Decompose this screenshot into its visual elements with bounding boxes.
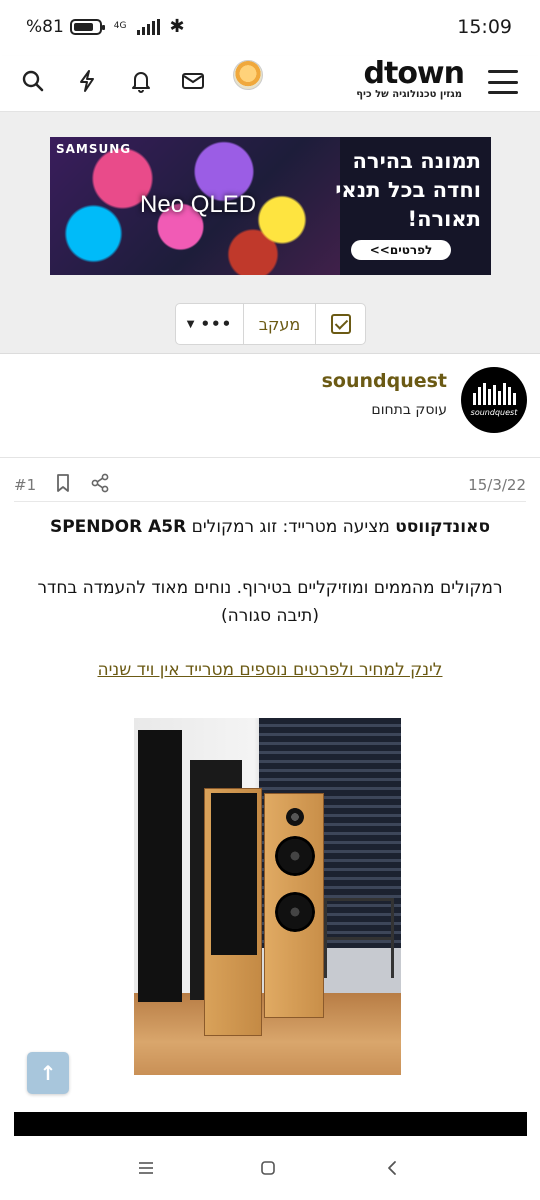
author-username[interactable]: soundquest [322, 370, 447, 392]
price-details-link[interactable]: לינק למחיר ולפרטים נוספים מטרייד אין ויד… [14, 660, 526, 680]
author-avatar[interactable]: soundquest [461, 367, 527, 433]
status-time: 15:09 [457, 16, 512, 38]
divider [14, 501, 526, 502]
follow-button[interactable]: מעקב [244, 304, 316, 344]
post-title: סאונדקווסט מציעה מטרייד: זוג רמקולים SPE… [14, 517, 526, 537]
embedded-media-bar [14, 1112, 527, 1136]
lightning-icon[interactable] [72, 66, 102, 96]
arrow-up-icon: ↑ [39, 1061, 57, 1085]
site-logo[interactable]: dtown מגזין טכנולוגיה של כיף [354, 56, 465, 108]
post-title-bold: סאונדקווסט [395, 517, 491, 537]
bell-icon[interactable] [126, 66, 156, 96]
more-options-button[interactable]: ▼ ••• [176, 304, 244, 344]
equalizer-icon [472, 383, 516, 405]
avatar-label: soundquest [470, 408, 518, 417]
home-icon[interactable] [256, 1156, 280, 1180]
post-number[interactable]: #1 [14, 476, 36, 494]
caret-down-icon: ▼ [186, 318, 195, 330]
post-author: soundquest soundquest עוסק בתחום [0, 354, 540, 458]
status-indicators: %81 4G ✱ [26, 16, 185, 37]
post-title-text: מציעה מטרייד: זוג רמקולים [186, 517, 396, 537]
samsung-ad-banner[interactable]: SAMSUNG Neo QLED תמונה בהירה וחדה בכל תנ… [50, 137, 491, 275]
checkbox-icon [330, 314, 351, 334]
share-icon[interactable] [90, 473, 110, 493]
ad-cta-button[interactable]: לפרטים>> [351, 240, 451, 260]
ad-area: SAMSUNG Neo QLED תמונה בהירה וחדה בכל תנ… [0, 112, 540, 354]
network-type: 4G [113, 21, 127, 31]
ad-headline: תמונה בהירה וחדה בכל תנאי תאורה! [335, 149, 481, 231]
bookmark-icon[interactable] [53, 473, 73, 493]
post-date[interactable]: 15/3/22 [468, 476, 526, 494]
post-title-brand: SPENDOR A5R [49, 517, 187, 537]
back-icon[interactable] [380, 1156, 404, 1180]
app-header: dtown מגזין טכנולוגיה של כיף [0, 56, 540, 112]
signal-icon [136, 18, 160, 35]
post-description: רמקולים מהממים ומוזיקליים בטירוף. נוחים … [37, 578, 503, 626]
logo-tagline: מגזין טכנולוגיה של כיף [356, 89, 462, 100]
battery-icon [69, 18, 105, 35]
scroll-to-top-button[interactable]: ↑ [27, 1052, 69, 1094]
system-nav-bar [0, 1136, 540, 1200]
recent-apps-icon[interactable] [134, 1156, 158, 1180]
hamburger-menu-icon[interactable] [488, 70, 518, 94]
user-avatar-icon[interactable] [233, 60, 263, 90]
thread-action-buttons: ▼ ••• מעקב [175, 303, 366, 345]
select-checkbox[interactable] [316, 304, 365, 344]
ad-product: Neo QLED [140, 191, 257, 218]
speakers-photo[interactable] [134, 718, 401, 1075]
logo-wordmark: dtown [363, 56, 465, 91]
battery-percent: %81 [26, 16, 64, 37]
bluetooth-icon: ✱ [169, 16, 185, 37]
more-dots-icon: ••• [200, 315, 233, 333]
status-bar: %81 4G ✱ 15:09 [0, 0, 540, 56]
post-meta: 15/3/22 #1 [0, 458, 540, 502]
ad-brand: SAMSUNG [56, 142, 132, 156]
author-title: עוסק בתחום [371, 402, 447, 418]
mail-icon[interactable] [178, 66, 208, 96]
search-icon[interactable] [18, 66, 48, 96]
